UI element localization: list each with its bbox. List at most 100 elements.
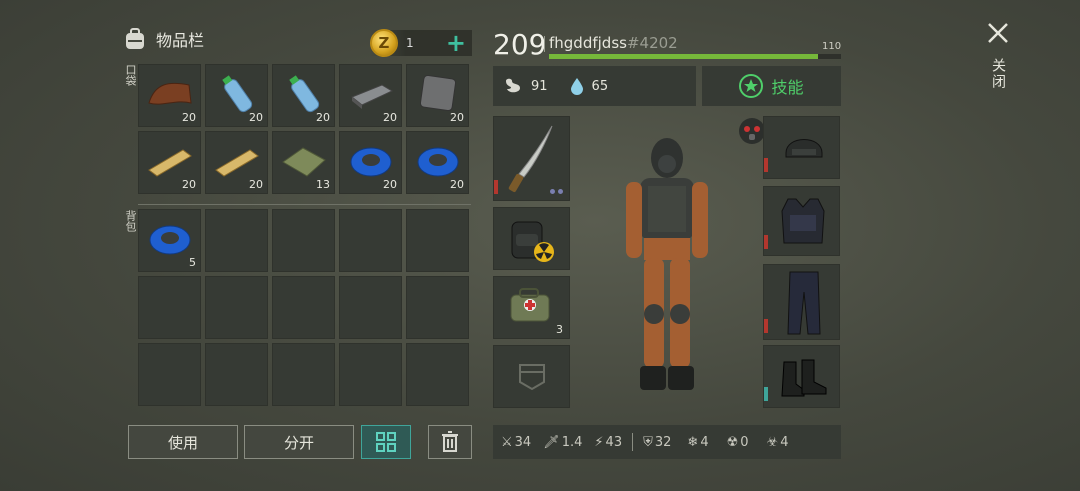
skills-label: 技能 bbox=[771, 78, 804, 97]
add-currency-button[interactable]: + bbox=[446, 31, 466, 55]
item-count: 13 bbox=[316, 178, 330, 191]
item-count: 20 bbox=[450, 178, 464, 191]
snowflake-shield-icon: ❄ bbox=[687, 434, 699, 450]
trash-button[interactable] bbox=[428, 425, 472, 459]
sort-grid-button[interactable] bbox=[361, 425, 411, 459]
inventory-slot[interactable] bbox=[272, 343, 335, 406]
boots-slot[interactable] bbox=[763, 345, 840, 408]
inventory-slot[interactable]: 13 bbox=[272, 131, 335, 194]
backpack-equip-slot[interactable] bbox=[493, 207, 570, 270]
durability-bar bbox=[494, 180, 498, 194]
cloth-icon bbox=[279, 140, 329, 182]
item-count: 20 bbox=[182, 178, 196, 191]
vest-icon bbox=[781, 198, 825, 244]
coin-icon: Z bbox=[370, 29, 398, 57]
inventory-slot[interactable] bbox=[339, 209, 402, 272]
inventory-slot[interactable] bbox=[138, 276, 201, 339]
inventory-slot[interactable] bbox=[339, 276, 402, 339]
leather-icon bbox=[145, 73, 195, 115]
inventory-header: 物品栏 bbox=[122, 27, 204, 51]
hunger-value: 91 bbox=[531, 78, 548, 94]
mod-dot bbox=[558, 189, 563, 194]
inventory-slot[interactable]: 20 bbox=[406, 131, 469, 194]
inventory-slot[interactable] bbox=[272, 209, 335, 272]
inventory-slot[interactable] bbox=[205, 276, 268, 339]
poison-resist-value: 4 bbox=[780, 434, 789, 450]
inventory-slot[interactable]: 20 bbox=[138, 64, 201, 127]
inventory-slot[interactable]: 20 bbox=[406, 64, 469, 127]
close-label[interactable]: 关闭 bbox=[988, 58, 1008, 90]
mod-dot bbox=[550, 189, 555, 194]
inventory-slot[interactable] bbox=[339, 343, 402, 406]
radiation-resist-value: 0 bbox=[740, 434, 749, 450]
inventory-slot[interactable] bbox=[406, 209, 469, 272]
pocket-grid: 20 20 20 20 20 20 20 13 20 20 bbox=[138, 64, 469, 194]
pocket-slot[interactable] bbox=[493, 345, 570, 408]
pants-slot[interactable] bbox=[763, 264, 840, 340]
inventory-slot[interactable] bbox=[205, 343, 268, 406]
durability-bar bbox=[764, 235, 768, 249]
inventory-slot[interactable] bbox=[406, 343, 469, 406]
inventory-title: 物品栏 bbox=[156, 31, 205, 50]
item-count: 5 bbox=[189, 256, 196, 269]
iron-bar-icon bbox=[346, 73, 396, 115]
backpack-grid: 5 bbox=[138, 209, 469, 406]
combat-stats-bar: ⚔ 34 🗡 1.4 ⚡ 43 ⛨ 32 ❄ 4 ☢ 0 ☣ 4 bbox=[493, 425, 841, 459]
star-icon bbox=[739, 74, 764, 98]
running-icon: ⚡ bbox=[594, 434, 604, 450]
wood-plank-icon bbox=[212, 140, 262, 182]
xp-bar bbox=[549, 54, 841, 59]
cold-resist-value: 4 bbox=[700, 434, 709, 450]
coin-count: 1 bbox=[406, 36, 414, 50]
use-button[interactable]: 使用 bbox=[128, 425, 238, 459]
metal-plate-icon bbox=[413, 73, 463, 115]
helmet-icon bbox=[785, 139, 823, 158]
body-armor-slot[interactable] bbox=[763, 186, 840, 256]
inventory-slot[interactable] bbox=[406, 276, 469, 339]
inventory-slot[interactable] bbox=[272, 276, 335, 339]
durability-bar bbox=[764, 387, 768, 401]
medkit-icon bbox=[510, 288, 550, 322]
backpack-label: 背包 bbox=[124, 210, 137, 232]
shield-icon: ⛨ bbox=[643, 434, 653, 450]
stomach-icon bbox=[506, 78, 520, 93]
item-count: 20 bbox=[316, 111, 330, 124]
divider bbox=[632, 433, 634, 451]
water-bottle-icon bbox=[212, 73, 262, 115]
weapon-slot[interactable] bbox=[493, 116, 570, 201]
attack-speed-value: 1.4 bbox=[561, 434, 583, 450]
backpack-item-icon bbox=[511, 221, 554, 262]
inventory-slot[interactable]: 20 bbox=[138, 131, 201, 194]
inventory-slot[interactable] bbox=[205, 209, 268, 272]
inventory-slot[interactable]: 5 bbox=[138, 209, 201, 272]
inventory-slot[interactable] bbox=[138, 343, 201, 406]
grid-view-icon bbox=[376, 432, 396, 452]
player-name: fhgddfjdss#4202 bbox=[549, 34, 678, 52]
xp-max: 110 bbox=[822, 41, 842, 52]
pocket-label: 口袋 bbox=[124, 64, 137, 86]
water-bottle-icon bbox=[279, 73, 329, 115]
medkit-slot[interactable]: 3 bbox=[493, 276, 570, 339]
player-name-text: fhgddfjdss bbox=[549, 34, 627, 52]
item-count: 20 bbox=[383, 111, 397, 124]
skills-button[interactable]: 技能 bbox=[702, 66, 841, 106]
inventory-slot[interactable]: 20 bbox=[339, 64, 402, 127]
attack-speed-icon: 🗡 bbox=[543, 434, 560, 450]
inventory-slot[interactable]: 20 bbox=[339, 131, 402, 194]
close-icon[interactable] bbox=[985, 20, 1011, 46]
radiation-shield-icon: ☢ bbox=[726, 434, 739, 450]
divider bbox=[138, 204, 471, 205]
boots-icon bbox=[781, 359, 827, 397]
inventory-slot[interactable]: 20 bbox=[205, 64, 268, 127]
duct-tape-icon bbox=[145, 218, 195, 260]
armor-value: 32 bbox=[654, 434, 672, 450]
helmet-slot[interactable] bbox=[763, 116, 840, 179]
currency-display: Z 1 + bbox=[370, 29, 472, 57]
inventory-slot[interactable]: 20 bbox=[205, 131, 268, 194]
vitals-panel: 91 65 bbox=[493, 66, 696, 106]
item-count: 20 bbox=[383, 178, 397, 191]
sword-icon: ⚔ bbox=[501, 434, 513, 450]
split-button[interactable]: 分开 bbox=[244, 425, 354, 459]
gas-mask-icon[interactable] bbox=[738, 117, 766, 145]
inventory-slot[interactable]: 20 bbox=[272, 64, 335, 127]
